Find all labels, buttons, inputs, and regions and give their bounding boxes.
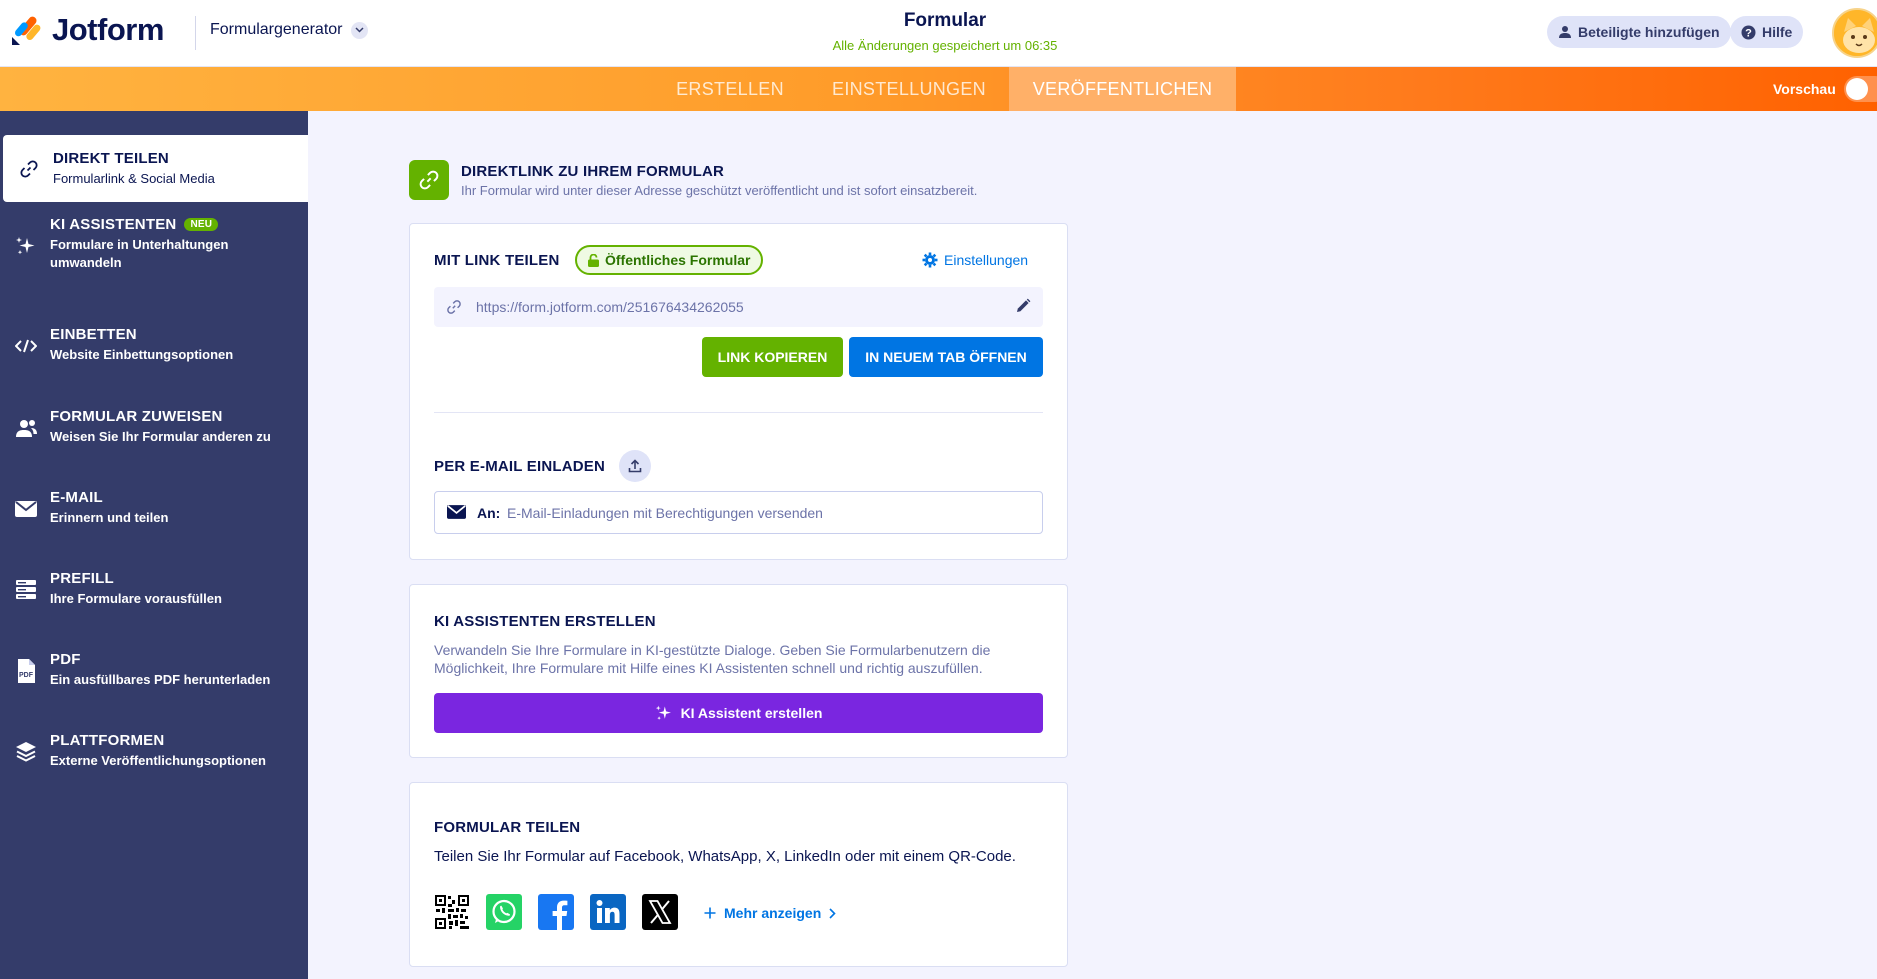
qr-code-icon[interactable]	[434, 894, 470, 930]
sparkle-icon	[655, 705, 671, 720]
email-to-label: An:	[477, 505, 501, 521]
sidebar-item-einbetten[interactable]: EINBETTEN Website Einbettungsoptionen	[0, 326, 308, 376]
email-input-placeholder[interactable]: E-Mail-Einladungen mit Berechtigungen ve…	[507, 505, 823, 521]
svg-text:?: ?	[1745, 27, 1752, 39]
email-invite-field[interactable]: An: E-Mail-Einladungen mit Berechtigunge…	[434, 491, 1043, 534]
avatar-cat-icon	[1834, 10, 1877, 56]
copy-link-button[interactable]: LINK KOPIEREN	[702, 337, 843, 377]
envelope-icon	[447, 505, 466, 524]
share-form-card: FORMULAR TEILEN Teilen Sie Ihr Formular …	[409, 782, 1068, 967]
preview-label: Vorschau	[1773, 81, 1836, 97]
new-badge: NEU	[184, 218, 219, 231]
sidebar-item-title: FORMULAR ZUWEISEN	[50, 408, 223, 425]
sidebar-item-desc: Ein ausfüllbares PDF herunterladen	[50, 672, 271, 687]
layers-icon	[14, 740, 38, 764]
open-new-tab-button[interactable]: IN NEUEM TAB ÖFFNEN	[849, 337, 1043, 377]
ai-card-description: Verwandeln Sie Ihre Formulare in KI-gest…	[434, 642, 991, 676]
sidebar-item-title: PDF	[50, 651, 81, 668]
form-url-text: https://form.jotform.com/251676434262055	[476, 299, 744, 315]
linkedin-icon[interactable]	[590, 894, 626, 930]
chevron-right-icon	[829, 907, 836, 919]
sidebar-item-direkt-teilen[interactable]: DIREKT TEILEN Formularlink & Social Medi…	[3, 135, 308, 202]
tab-erstellen[interactable]: ERSTELLEN	[660, 67, 800, 111]
hero-title: DIREKTLINK ZU IHREM FORMULAR	[461, 163, 725, 180]
link-share-card: MIT LINK TEILEN Öffentliches Formular Ei…	[409, 223, 1068, 560]
prefill-icon	[14, 578, 38, 602]
sidebar-item-desc: Weisen Sie Ihr Formular anderen zu	[50, 429, 271, 444]
publish-sidebar: DIREKT TEILEN Formularlink & Social Medi…	[0, 111, 308, 979]
settings-label: Einstellungen	[944, 252, 1029, 268]
sidebar-item-title: DIREKT TEILEN	[53, 150, 169, 167]
share-card-description: Teilen Sie Ihr Formular auf Facebook, Wh…	[434, 848, 1016, 865]
sidebar-item-e-mail[interactable]: E-MAIL Erinnern und teilen	[0, 489, 308, 539]
upload-icon	[628, 459, 642, 473]
help-label: Hilfe	[1762, 24, 1793, 40]
sidebar-item-pdf[interactable]: PDF PDF Ein ausfüllbares PDF herunterlad…	[0, 651, 308, 701]
help-button[interactable]: ? Hilfe	[1730, 16, 1804, 48]
sidebar-item-title: PREFILL	[50, 570, 114, 587]
link-icon	[17, 157, 41, 181]
link-icon	[409, 160, 449, 200]
preview-toggle[interactable]	[1843, 76, 1877, 102]
ai-card-title: KI ASSISTENTEN ERSTELLEN	[434, 613, 656, 630]
public-form-badge[interactable]: Öffentliches Formular	[575, 245, 764, 275]
preview-toggle-group: Vorschau	[1773, 67, 1877, 111]
link-share-title: MIT LINK TEILEN	[434, 252, 560, 269]
sparkle-icon	[14, 234, 38, 258]
show-more-link[interactable]: Mehr anzeigen	[704, 905, 836, 921]
plus-icon	[704, 907, 716, 919]
builder-nav: ERSTELLEN EINSTELLUNGEN VERÖFFENTLICHEN …	[0, 67, 1877, 111]
share-card-title: FORMULAR TEILEN	[434, 819, 581, 836]
add-participants-button[interactable]: Beteiligte hinzufügen	[1547, 16, 1731, 48]
tab-veroeffentlichen[interactable]: VERÖFFENTLICHEN	[1009, 67, 1236, 111]
sidebar-item-title: E-MAIL	[50, 489, 103, 506]
facebook-icon[interactable]	[538, 894, 574, 930]
show-more-label: Mehr anzeigen	[724, 905, 822, 921]
sidebar-item-title: KI ASSISTENTEN	[50, 216, 177, 233]
hero-subtitle: Ihr Formular wird unter dieser Adresse g…	[461, 183, 978, 198]
users-icon	[14, 416, 38, 440]
gear-icon	[922, 252, 938, 268]
add-participants-label: Beteiligte hinzufügen	[1578, 24, 1720, 40]
sidebar-item-desc: Erinnern und teilen	[50, 510, 169, 525]
sidebar-item-desc: Externe Veröffentlichungsoptionen	[50, 753, 266, 768]
user-avatar[interactable]	[1832, 8, 1877, 58]
question-icon: ?	[1741, 25, 1756, 39]
pencil-icon[interactable]	[1015, 298, 1031, 319]
lock-icon	[588, 253, 599, 267]
ai-assistant-card: KI ASSISTENTEN ERSTELLEN Verwandeln Sie …	[409, 584, 1068, 758]
sidebar-item-desc: Formularlink & Social Media	[53, 171, 215, 186]
sidebar-item-desc: Formulare in Unterhaltungen umwandeln	[50, 237, 229, 270]
tab-einstellungen[interactable]: EINSTELLUNGEN	[810, 67, 1008, 111]
whatsapp-icon[interactable]	[486, 894, 522, 930]
sidebar-item-title: PLATTFORMEN	[50, 732, 165, 749]
sidebar-item-prefill[interactable]: PREFILL Ihre Formulare vorausfüllen	[0, 570, 308, 620]
sidebar-item-title: EINBETTEN	[50, 326, 137, 343]
sidebar-item-formular-zuweisen[interactable]: FORMULAR ZUWEISEN Weisen Sie Ihr Formula…	[0, 408, 308, 458]
toggle-knob	[1845, 78, 1868, 100]
upload-button[interactable]	[619, 450, 651, 482]
create-ai-assistant-button[interactable]: KI Assistent erstellen	[434, 693, 1043, 733]
x-icon[interactable]	[642, 894, 678, 930]
link-icon	[446, 299, 462, 320]
settings-link[interactable]: Einstellungen	[922, 252, 1028, 268]
code-icon	[14, 334, 38, 358]
envelope-icon	[14, 497, 38, 521]
sidebar-item-plattformen[interactable]: PLATTFORMEN Externe Veröffentlichungsopt…	[0, 732, 308, 782]
public-form-label: Öffentliches Formular	[605, 252, 751, 268]
sidebar-item-desc: Ihre Formulare vorausfüllen	[50, 591, 222, 606]
sidebar-item-ki-assistenten[interactable]: KI ASSISTENTEN NEU Formulare in Unterhalt…	[0, 216, 308, 291]
svg-text:PDF: PDF	[19, 672, 34, 679]
create-ai-assistant-label: KI Assistent erstellen	[680, 705, 823, 721]
section-divider	[434, 412, 1043, 413]
email-invite-title: PER E-MAIL EINLADEN	[434, 458, 606, 475]
form-url-field[interactable]: https://form.jotform.com/251676434262055	[434, 287, 1043, 327]
user-icon	[1559, 26, 1571, 38]
sidebar-item-desc: Website Einbettungsoptionen	[50, 347, 234, 362]
pdf-icon: PDF	[14, 659, 38, 683]
top-header: Jotform Formulargenerator Formular Alle …	[0, 0, 1877, 67]
